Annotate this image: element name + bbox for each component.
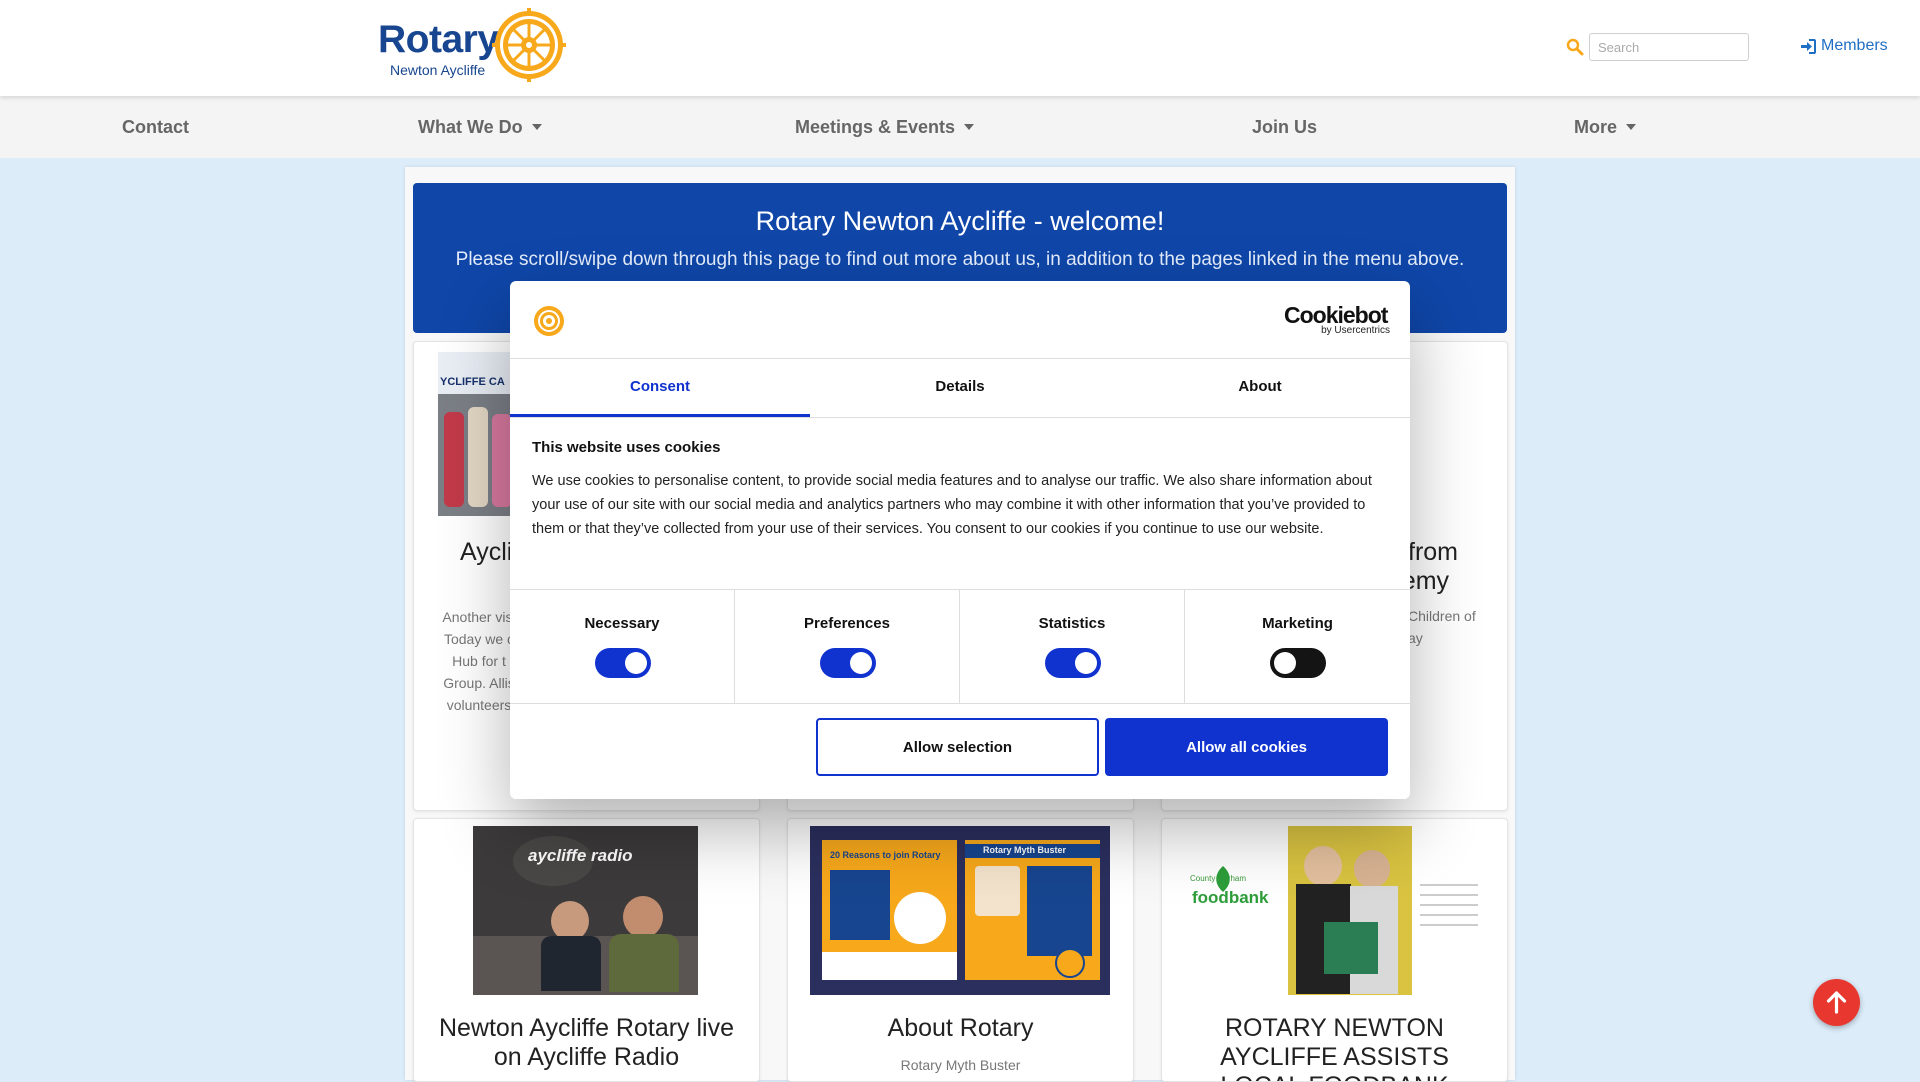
poster-title: 20 Reasons to join Rotary xyxy=(830,850,941,860)
toggle-statistics: Statistics xyxy=(960,590,1185,703)
rotary-logo[interactable]: Rotary Newton Aycliffe xyxy=(378,6,568,82)
image-caption: YCLIFFE CA xyxy=(440,376,505,388)
statistics-switch[interactable] xyxy=(1045,648,1101,678)
hero-title: Rotary Newton Aycliffe - welcome! xyxy=(755,206,1165,236)
hero-subtitle: Please scroll/swipe down through this pa… xyxy=(455,249,1465,270)
card-excerpt-fragment: Children of xyxy=(1408,608,1476,624)
cookiebot-logo: Cookiebot by Usercentrics xyxy=(1284,302,1392,338)
logo-wordmark: Rotary xyxy=(378,18,499,61)
members-label: Members xyxy=(1821,37,1888,54)
cookie-consent-dialog: Cookiebot by Usercentrics Consent Detail… xyxy=(510,281,1410,799)
nav-label: What We Do xyxy=(418,117,523,137)
card-title-fragment: from xyxy=(1408,538,1458,566)
marketing-switch[interactable] xyxy=(1270,648,1326,678)
site-header: Rotary Newton Aycliffe Search Members xyxy=(0,0,1920,96)
cookie-category-toggles: Necessary Preferences Statistics Marketi… xyxy=(510,589,1410,704)
toggle-label: Preferences xyxy=(804,615,890,632)
toggle-label: Necessary xyxy=(584,615,660,632)
nav-item-what-we-do[interactable]: What We Do xyxy=(418,96,542,158)
cookie-tabs: Consent Details About xyxy=(510,358,1410,418)
poster-myth-buster: Rotary Myth Buster xyxy=(965,840,1100,980)
toggle-marketing: Marketing xyxy=(1185,590,1410,703)
image-label: foodbank xyxy=(1192,888,1269,907)
card-excerpt-fragment: ay xyxy=(1408,630,1423,646)
switch-knob xyxy=(625,652,647,674)
caret-down-icon xyxy=(531,124,542,130)
nav-label: Meetings & Events xyxy=(795,117,956,137)
search-input[interactable] xyxy=(1589,33,1749,61)
main-nav: Contact What We Do Meetings & Events Joi… xyxy=(0,96,1920,158)
arrow-up-icon xyxy=(1826,991,1847,1014)
scroll-to-top-button[interactable] xyxy=(1813,979,1860,1026)
nav-label: More xyxy=(1574,117,1618,137)
switch-knob xyxy=(1075,652,1097,674)
cookie-heading: This website uses cookies xyxy=(532,439,721,456)
nav-item-join-us[interactable]: Join Us xyxy=(1252,96,1317,158)
switch-knob xyxy=(1274,652,1296,674)
card-title: ROTARY NEWTON AYCLIFFE ASSISTS LOCAL FOO… xyxy=(1220,1014,1449,1081)
allow-all-cookies-button[interactable]: Allow all cookies xyxy=(1105,718,1388,776)
poster-title: Rotary Myth Buster xyxy=(983,845,1067,855)
toggle-label: Marketing xyxy=(1262,615,1333,632)
nav-label: Join Us xyxy=(1252,117,1318,137)
switch-knob xyxy=(850,652,872,674)
members-link[interactable]: Members xyxy=(1800,37,1888,55)
rotary-posters-image: 20 Reasons to join Rotary Rotary Myth Bu… xyxy=(810,826,1110,995)
rotary-wheel-icon xyxy=(534,306,564,336)
news-card-foodbank[interactable]: County Durham foodbank ROTARY NEWTON AYC… xyxy=(1161,818,1508,1082)
search-icon[interactable] xyxy=(1566,38,1584,56)
card-subtitle: Rotary Myth Buster xyxy=(900,1057,1021,1073)
radio-studio-image: aycliffe radio xyxy=(473,826,698,995)
allow-selection-button[interactable]: Allow selection xyxy=(816,718,1099,776)
caret-down-icon xyxy=(1626,124,1637,130)
card-title: Aycli xyxy=(460,538,513,566)
opening-times-table xyxy=(1420,874,1478,944)
tab-consent[interactable]: Consent xyxy=(510,359,810,417)
news-card-radio[interactable]: aycliffe radio Newton Aycliffe Rotary li… xyxy=(413,818,760,1082)
image-label: aycliffe radio xyxy=(528,846,633,865)
poster-reasons: 20 Reasons to join Rotary xyxy=(822,840,957,980)
cookie-body-text: We use cookies to personalise content, t… xyxy=(532,473,1372,537)
preferences-switch[interactable] xyxy=(820,648,876,678)
card-title: About Rotary xyxy=(887,1014,1034,1042)
toggle-preferences: Preferences xyxy=(735,590,960,703)
necessary-switch[interactable] xyxy=(595,648,651,678)
tab-about[interactable]: About xyxy=(1110,359,1410,417)
nav-label: Contact xyxy=(122,117,189,137)
cookiebot-byline: by Usercentrics xyxy=(1321,325,1390,336)
foodbank-image: County Durham foodbank xyxy=(1184,826,1484,995)
news-card-about-rotary[interactable]: 20 Reasons to join Rotary Rotary Myth Bu… xyxy=(787,818,1134,1082)
sign-in-icon xyxy=(1801,38,1816,54)
caret-down-icon xyxy=(964,124,975,130)
rotary-wheel-icon xyxy=(492,8,566,82)
toggle-label: Statistics xyxy=(1038,615,1106,632)
tab-details[interactable]: Details xyxy=(810,359,1110,417)
logo-subtitle: Newton Aycliffe xyxy=(390,62,486,78)
nav-item-contact[interactable]: Contact xyxy=(122,96,189,158)
card-title: Newton Aycliffe Rotary live on Aycliffe … xyxy=(438,1014,735,1071)
toggle-necessary: Necessary xyxy=(510,590,735,703)
nav-item-more[interactable]: More xyxy=(1574,96,1637,158)
nav-item-meetings-events[interactable]: Meetings & Events xyxy=(795,96,975,158)
